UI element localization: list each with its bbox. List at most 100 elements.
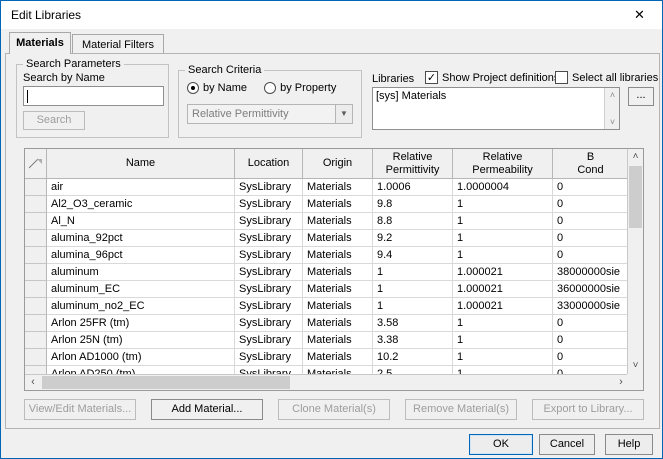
radio-by-name[interactable]: by Name: [187, 82, 247, 94]
help-button[interactable]: Help: [605, 434, 653, 455]
ok-button[interactable]: OK: [469, 434, 533, 455]
row-selector[interactable]: [25, 230, 47, 247]
row-selector[interactable]: [25, 264, 47, 281]
cell-origin: Materials: [303, 315, 373, 332]
cell-bulk-conductivity: 0: [553, 196, 628, 213]
header-rel-permittivity-line1: Relative: [392, 150, 433, 163]
radio-by-property[interactable]: by Property: [264, 82, 336, 94]
horizontal-scroll-thumb[interactable]: [42, 376, 290, 389]
tab-materials[interactable]: Materials: [9, 32, 71, 54]
column-header-origin[interactable]: Origin: [303, 149, 373, 178]
property-dropdown[interactable]: Relative Permittivity ▼: [187, 104, 353, 124]
show-project-definitions-checkbox[interactable]: ✓ Show Project definitions: [425, 71, 559, 84]
table-row[interactable]: air SysLibrary Materials 1.0006 1.0000004 0: [25, 179, 628, 196]
radio-by-property-icon: [264, 82, 277, 94]
header-rel-permeability-line1: Relative: [482, 150, 523, 163]
cell-location: SysLibrary: [235, 349, 303, 366]
header-name-label: Name: [125, 157, 156, 169]
radio-by-name-icon: [187, 82, 199, 94]
row-selector[interactable]: [25, 281, 47, 298]
cell-rel-permittivity: 3.38: [373, 332, 453, 349]
libraries-listbox[interactable]: [sys] Materials ˄ ˅: [372, 87, 620, 130]
cell-bulk-conductivity: 0: [553, 179, 628, 196]
table-row[interactable]: alumina_92pct SysLibrary Materials 9.2 1 0: [25, 230, 628, 247]
table-row[interactable]: alumina_96pct SysLibrary Materials 9.4 1 0: [25, 247, 628, 264]
select-all-libraries-checkbox[interactable]: Select all libraries: [555, 71, 658, 84]
scroll-down-icon[interactable]: ˅: [628, 358, 643, 374]
cell-name: alumina_96pct: [47, 247, 235, 264]
scroll-left-icon[interactable]: ‹: [25, 375, 41, 390]
cell-rel-permeability: 1: [453, 349, 553, 366]
table-row[interactable]: aluminum_EC SysLibrary Materials 1 1.000021 3…: [25, 281, 628, 298]
cell-origin: Materials: [303, 264, 373, 281]
column-header-relative-permeability[interactable]: Relative Permeability: [453, 149, 553, 178]
close-button[interactable]: ✕: [617, 1, 662, 29]
cell-location: SysLibrary: [235, 264, 303, 281]
cell-name: alumina_92pct: [47, 230, 235, 247]
add-material-button[interactable]: Add Material...: [151, 399, 263, 420]
cell-rel-permeability: 1: [453, 213, 553, 230]
search-button[interactable]: Search: [23, 111, 85, 130]
table-vertical-scrollbar[interactable]: ˄ ˅: [627, 149, 643, 374]
search-criteria-label: Search Criteria: [185, 64, 265, 76]
cell-location: SysLibrary: [235, 315, 303, 332]
cell-rel-permeability: 1.000021: [453, 281, 553, 298]
vertical-scroll-thumb[interactable]: [629, 166, 642, 228]
table-row[interactable]: Arlon 25N (tm) SysLibrary Materials 3.38 1 0: [25, 332, 628, 349]
remove-material-button[interactable]: Remove Material(s): [405, 399, 517, 420]
cell-origin: Materials: [303, 332, 373, 349]
table-horizontal-scrollbar[interactable]: ‹ ›: [25, 374, 629, 390]
search-criteria-group: Search Criteria by Name by Property Rela…: [178, 64, 362, 138]
search-parameters-group: Search Parameters Search by Name Search: [16, 58, 169, 138]
table-row[interactable]: Al_N SysLibrary Materials 8.8 1 0: [25, 213, 628, 230]
cancel-button[interactable]: Cancel: [539, 434, 595, 455]
scroll-up-icon[interactable]: ˄: [628, 149, 643, 165]
search-parameters-label: Search Parameters: [23, 58, 124, 70]
cell-origin: Materials: [303, 298, 373, 315]
row-selector[interactable]: [25, 332, 47, 349]
header-bulk-line2: Cond: [577, 163, 604, 176]
cell-rel-permittivity: 1.0006: [373, 179, 453, 196]
search-criteria-radios: by Name by Property: [187, 82, 357, 96]
table-row[interactable]: aluminum SysLibrary Materials 1 1.000021 3800…: [25, 264, 628, 281]
tab-material-filters[interactable]: Material Filters: [72, 34, 164, 54]
column-header-relative-permittivity[interactable]: Relative Permittivity: [373, 149, 453, 178]
table-row[interactable]: aluminum_no2_EC SysLibrary Materials 1 1.000…: [25, 298, 628, 315]
cell-bulk-conductivity: 0: [553, 315, 628, 332]
cell-origin: Materials: [303, 230, 373, 247]
browse-libraries-button[interactable]: ...: [628, 87, 654, 106]
row-selector[interactable]: [25, 349, 47, 366]
cell-rel-permeability: 1.0000004: [453, 179, 553, 196]
column-header-name[interactable]: Name: [47, 149, 235, 178]
row-selector[interactable]: [25, 196, 47, 213]
row-selector[interactable]: [25, 213, 47, 230]
row-selector[interactable]: [25, 298, 47, 315]
export-to-library-button[interactable]: Export to Library...: [532, 399, 644, 420]
text-caret: [27, 90, 28, 103]
row-selector[interactable]: [25, 179, 47, 196]
clone-material-button[interactable]: Clone Material(s): [278, 399, 390, 420]
view-edit-materials-button[interactable]: View/Edit Materials...: [24, 399, 136, 420]
header-rel-permeability-line2: Permeability: [472, 163, 533, 176]
search-by-name-input[interactable]: [23, 86, 164, 106]
row-selector[interactable]: [25, 247, 47, 264]
cell-rel-permeability: 1: [453, 230, 553, 247]
library-list-item[interactable]: [sys] Materials: [376, 90, 446, 102]
scroll-down-icon[interactable]: ˅: [605, 115, 620, 129]
table-row[interactable]: Arlon 25FR (tm) SysLibrary Materials 3.58 1 0: [25, 315, 628, 332]
cell-origin: Materials: [303, 281, 373, 298]
cell-name: air: [47, 179, 235, 196]
scroll-up-icon[interactable]: ˄: [605, 88, 620, 102]
property-dropdown-value: Relative Permittivity: [192, 108, 289, 120]
radio-by-property-label: by Property: [280, 82, 337, 94]
listbox-scrollbar[interactable]: ˄ ˅: [604, 88, 619, 129]
cell-name: aluminum_no2_EC: [47, 298, 235, 315]
column-header-bulk-conductivity[interactable]: B Cond: [553, 149, 628, 178]
table-row[interactable]: Al2_O3_ceramic SysLibrary Materials 9.8 1 0: [25, 196, 628, 213]
cell-location: SysLibrary: [235, 298, 303, 315]
column-header-location[interactable]: Location: [235, 149, 303, 178]
sort-column-header[interactable]: [25, 149, 47, 178]
row-selector[interactable]: [25, 315, 47, 332]
table-row[interactable]: Arlon AD1000 (tm) SysLibrary Materials 10.2…: [25, 349, 628, 366]
cell-rel-permittivity: 9.2: [373, 230, 453, 247]
